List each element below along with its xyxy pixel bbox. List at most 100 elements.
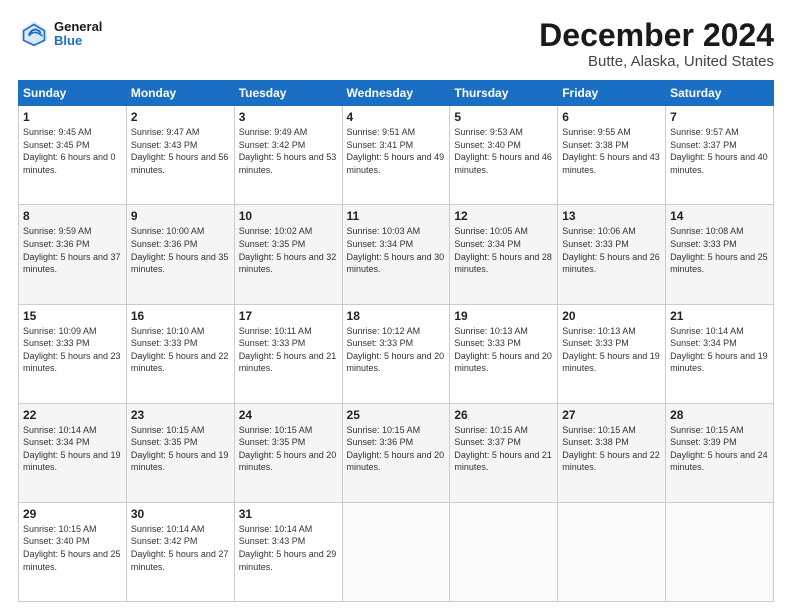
day-detail: Sunrise: 10:03 AMSunset: 3:34 PMDaylight… xyxy=(347,226,445,274)
day-detail: Sunrise: 10:14 AMSunset: 3:34 PMDaylight… xyxy=(23,425,121,473)
day-number: 6 xyxy=(562,110,661,124)
day-detail: Sunrise: 9:57 AMSunset: 3:37 PMDaylight:… xyxy=(670,127,768,175)
day-number: 7 xyxy=(670,110,769,124)
day-detail: Sunrise: 10:13 AMSunset: 3:33 PMDaylight… xyxy=(454,326,552,374)
logo-text: General Blue xyxy=(54,20,102,49)
calendar-row-5: 29 Sunrise: 10:15 AMSunset: 3:40 PMDayli… xyxy=(19,502,774,601)
calendar-table: Sunday Monday Tuesday Wednesday Thursday… xyxy=(18,80,774,602)
day-detail: Sunrise: 10:15 AMSunset: 3:35 PMDaylight… xyxy=(239,425,337,473)
day-detail: Sunrise: 10:08 AMSunset: 3:33 PMDaylight… xyxy=(670,226,768,274)
day-detail: Sunrise: 10:15 AMSunset: 3:35 PMDaylight… xyxy=(131,425,229,473)
main-title: December 2024 xyxy=(539,18,774,53)
day-number: 15 xyxy=(23,309,122,323)
day-detail: Sunrise: 10:11 AMSunset: 3:33 PMDaylight… xyxy=(239,326,337,374)
calendar-body: 1 Sunrise: 9:45 AMSunset: 3:45 PMDayligh… xyxy=(19,106,774,602)
calendar-header-row: Sunday Monday Tuesday Wednesday Thursday… xyxy=(19,81,774,106)
calendar-row-2: 8 Sunrise: 9:59 AMSunset: 3:36 PMDayligh… xyxy=(19,205,774,304)
day-number: 4 xyxy=(347,110,446,124)
day-number: 8 xyxy=(23,209,122,223)
page: General Blue December 2024 Butte, Alaska… xyxy=(0,0,792,612)
logo: General Blue xyxy=(18,18,102,50)
day-number: 29 xyxy=(23,507,122,521)
empty-cell xyxy=(558,502,666,601)
day-detail: Sunrise: 10:15 AMSunset: 3:36 PMDaylight… xyxy=(347,425,445,473)
cell-week2-wed: 11 Sunrise: 10:03 AMSunset: 3:34 PMDayli… xyxy=(342,205,450,304)
cell-week4-thu: 26 Sunrise: 10:15 AMSunset: 3:37 PMDayli… xyxy=(450,403,558,502)
cell-week3-tue: 17 Sunrise: 10:11 AMSunset: 3:33 PMDayli… xyxy=(234,304,342,403)
logo-line2: Blue xyxy=(54,34,102,48)
day-detail: Sunrise: 9:51 AMSunset: 3:41 PMDaylight:… xyxy=(347,127,445,175)
day-number: 18 xyxy=(347,309,446,323)
header-sunday: Sunday xyxy=(19,81,127,106)
cell-week1-mon: 2 Sunrise: 9:47 AMSunset: 3:43 PMDayligh… xyxy=(126,106,234,205)
day-number: 22 xyxy=(23,408,122,422)
day-detail: Sunrise: 10:14 AMSunset: 3:34 PMDaylight… xyxy=(670,326,768,374)
day-number: 1 xyxy=(23,110,122,124)
logo-line1: General xyxy=(54,20,102,34)
day-number: 30 xyxy=(131,507,230,521)
day-detail: Sunrise: 9:55 AMSunset: 3:38 PMDaylight:… xyxy=(562,127,660,175)
logo-icon xyxy=(18,18,50,50)
empty-cell xyxy=(342,502,450,601)
day-detail: Sunrise: 10:05 AMSunset: 3:34 PMDaylight… xyxy=(454,226,552,274)
day-detail: Sunrise: 10:10 AMSunset: 3:33 PMDaylight… xyxy=(131,326,229,374)
day-number: 21 xyxy=(670,309,769,323)
day-number: 10 xyxy=(239,209,338,223)
day-number: 9 xyxy=(131,209,230,223)
day-number: 16 xyxy=(131,309,230,323)
cell-week3-sat: 21 Sunrise: 10:14 AMSunset: 3:34 PMDayli… xyxy=(666,304,774,403)
cell-week4-mon: 23 Sunrise: 10:15 AMSunset: 3:35 PMDayli… xyxy=(126,403,234,502)
day-number: 26 xyxy=(454,408,553,422)
cell-week3-wed: 18 Sunrise: 10:12 AMSunset: 3:33 PMDayli… xyxy=(342,304,450,403)
day-number: 12 xyxy=(454,209,553,223)
day-detail: Sunrise: 10:15 AMSunset: 3:37 PMDaylight… xyxy=(454,425,552,473)
cell-week1-sun: 1 Sunrise: 9:45 AMSunset: 3:45 PMDayligh… xyxy=(19,106,127,205)
header-thursday: Thursday xyxy=(450,81,558,106)
subtitle: Butte, Alaska, United States xyxy=(539,53,774,70)
cell-week1-tue: 3 Sunrise: 9:49 AMSunset: 3:42 PMDayligh… xyxy=(234,106,342,205)
day-detail: Sunrise: 10:00 AMSunset: 3:36 PMDaylight… xyxy=(131,226,229,274)
cell-week2-tue: 10 Sunrise: 10:02 AMSunset: 3:35 PMDayli… xyxy=(234,205,342,304)
cell-week3-mon: 16 Sunrise: 10:10 AMSunset: 3:33 PMDayli… xyxy=(126,304,234,403)
day-detail: Sunrise: 9:59 AMSunset: 3:36 PMDaylight:… xyxy=(23,226,121,274)
cell-week2-thu: 12 Sunrise: 10:05 AMSunset: 3:34 PMDayli… xyxy=(450,205,558,304)
day-detail: Sunrise: 10:09 AMSunset: 3:33 PMDaylight… xyxy=(23,326,121,374)
cell-week4-sun: 22 Sunrise: 10:14 AMSunset: 3:34 PMDayli… xyxy=(19,403,127,502)
empty-cell xyxy=(666,502,774,601)
cell-week2-sun: 8 Sunrise: 9:59 AMSunset: 3:36 PMDayligh… xyxy=(19,205,127,304)
day-number: 17 xyxy=(239,309,338,323)
day-detail: Sunrise: 10:12 AMSunset: 3:33 PMDaylight… xyxy=(347,326,445,374)
cell-week1-fri: 6 Sunrise: 9:55 AMSunset: 3:38 PMDayligh… xyxy=(558,106,666,205)
day-detail: Sunrise: 9:47 AMSunset: 3:43 PMDaylight:… xyxy=(131,127,229,175)
cell-week3-fri: 20 Sunrise: 10:13 AMSunset: 3:33 PMDayli… xyxy=(558,304,666,403)
day-number: 25 xyxy=(347,408,446,422)
day-number: 2 xyxy=(131,110,230,124)
calendar-row-3: 15 Sunrise: 10:09 AMSunset: 3:33 PMDayli… xyxy=(19,304,774,403)
day-number: 24 xyxy=(239,408,338,422)
header: General Blue December 2024 Butte, Alaska… xyxy=(18,18,774,70)
day-detail: Sunrise: 10:15 AMSunset: 3:38 PMDaylight… xyxy=(562,425,660,473)
cell-week5-tue: 31 Sunrise: 10:14 AMSunset: 3:43 PMDayli… xyxy=(234,502,342,601)
day-number: 23 xyxy=(131,408,230,422)
cell-week1-thu: 5 Sunrise: 9:53 AMSunset: 3:40 PMDayligh… xyxy=(450,106,558,205)
header-tuesday: Tuesday xyxy=(234,81,342,106)
header-monday: Monday xyxy=(126,81,234,106)
cell-week3-sun: 15 Sunrise: 10:09 AMSunset: 3:33 PMDayli… xyxy=(19,304,127,403)
calendar-row-1: 1 Sunrise: 9:45 AMSunset: 3:45 PMDayligh… xyxy=(19,106,774,205)
header-friday: Friday xyxy=(558,81,666,106)
day-detail: Sunrise: 9:45 AMSunset: 3:45 PMDaylight:… xyxy=(23,127,116,175)
cell-week4-fri: 27 Sunrise: 10:15 AMSunset: 3:38 PMDayli… xyxy=(558,403,666,502)
cell-week5-mon: 30 Sunrise: 10:14 AMSunset: 3:42 PMDayli… xyxy=(126,502,234,601)
cell-week2-mon: 9 Sunrise: 10:00 AMSunset: 3:36 PMDaylig… xyxy=(126,205,234,304)
cell-week2-sat: 14 Sunrise: 10:08 AMSunset: 3:33 PMDayli… xyxy=(666,205,774,304)
cell-week3-thu: 19 Sunrise: 10:13 AMSunset: 3:33 PMDayli… xyxy=(450,304,558,403)
cell-week4-wed: 25 Sunrise: 10:15 AMSunset: 3:36 PMDayli… xyxy=(342,403,450,502)
day-detail: Sunrise: 9:53 AMSunset: 3:40 PMDaylight:… xyxy=(454,127,552,175)
day-number: 11 xyxy=(347,209,446,223)
day-number: 14 xyxy=(670,209,769,223)
cell-week1-wed: 4 Sunrise: 9:51 AMSunset: 3:41 PMDayligh… xyxy=(342,106,450,205)
day-number: 20 xyxy=(562,309,661,323)
header-wednesday: Wednesday xyxy=(342,81,450,106)
cell-week4-tue: 24 Sunrise: 10:15 AMSunset: 3:35 PMDayli… xyxy=(234,403,342,502)
title-block: December 2024 Butte, Alaska, United Stat… xyxy=(539,18,774,70)
